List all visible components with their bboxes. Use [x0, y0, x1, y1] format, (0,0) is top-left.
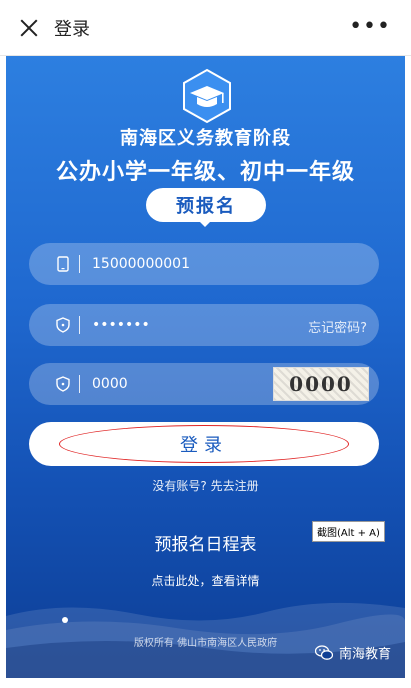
watermark-text: 南海教育 — [338, 647, 391, 662]
captcha-field[interactable]: 0000 0000 — [29, 363, 379, 405]
field-separator — [79, 375, 80, 393]
badge-pointer — [197, 219, 213, 227]
forgot-password-link[interactable]: 忘记密码? — [308, 317, 367, 336]
phone-field[interactable]: 15000000001 — [29, 243, 379, 285]
watermark: 南海教育 — [314, 643, 391, 662]
login-panel: 南海区义务教育阶段 公办小学一年级、初中一年级 预报名 15000000001 … — [6, 56, 405, 678]
field-separator — [79, 316, 80, 334]
captcha-text: 0000 — [289, 372, 353, 396]
more-icon[interactable]: ••• — [349, 16, 391, 38]
title-line-2: 公办小学一年级、初中一年级 — [55, 160, 355, 185]
graduation-cap-logo-icon — [183, 68, 231, 124]
details-link[interactable]: 点击此处，查看详情 — [6, 572, 405, 589]
register-link[interactable]: 没有账号? 先去注册 — [6, 477, 405, 494]
login-button-label: 登录 — [180, 435, 228, 456]
close-icon[interactable] — [18, 17, 40, 39]
captcha-image[interactable]: 0000 — [273, 367, 369, 401]
wechat-icon — [314, 644, 333, 660]
carousel-dot — [62, 617, 68, 623]
shield-icon — [55, 375, 71, 393]
screenshot-tooltip: 截图(Alt + A) — [312, 521, 385, 542]
password-field[interactable]: ••••••• 忘记密码? — [29, 304, 379, 346]
page-title: 登录 — [54, 18, 90, 40]
phone-icon — [55, 255, 71, 273]
shield-icon — [55, 316, 71, 334]
login-button[interactable]: 登录 — [29, 422, 379, 466]
pre-registration-badge: 预报名 — [146, 188, 266, 222]
password-input[interactable]: ••••••• — [92, 317, 150, 333]
phone-input[interactable]: 15000000001 — [92, 256, 190, 272]
captcha-input[interactable]: 0000 — [92, 376, 128, 392]
top-bar: 登录 ••• — [0, 0, 411, 56]
field-separator — [79, 255, 80, 273]
title-line-1: 南海区义务教育阶段 — [120, 128, 291, 149]
